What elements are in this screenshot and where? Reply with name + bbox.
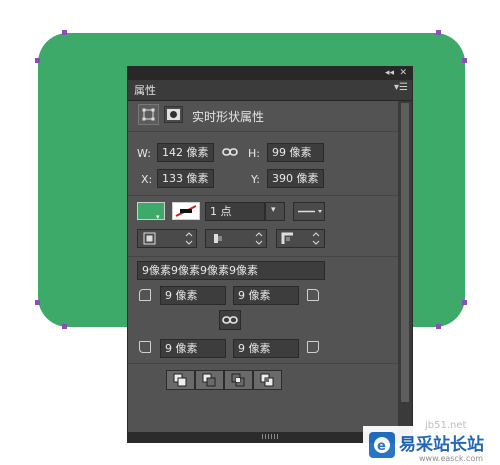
tab-properties[interactable]: 属性 bbox=[134, 82, 156, 98]
anchor-point-top-right[interactable] bbox=[436, 30, 441, 35]
mask-icon bbox=[167, 109, 180, 120]
panel-scrollbar[interactable] bbox=[398, 101, 412, 432]
width-label: W: bbox=[137, 147, 151, 160]
resize-grip-icon[interactable] bbox=[262, 434, 280, 439]
svg-text:e: e bbox=[377, 439, 386, 454]
transform-icon bbox=[142, 108, 155, 121]
watermark-logo-icon: e bbox=[369, 432, 395, 458]
combine-shapes-icon bbox=[173, 373, 187, 387]
height-label: H: bbox=[248, 147, 260, 160]
fill-color-swatch[interactable] bbox=[137, 202, 165, 220]
anchor-point-bottom-right[interactable] bbox=[436, 324, 441, 329]
subtract-shape-icon bbox=[202, 373, 216, 387]
watermark-brand: 易采站长站 bbox=[399, 435, 484, 455]
y-label: Y: bbox=[251, 173, 260, 186]
x-label: X: bbox=[141, 173, 153, 186]
corner-bottom-left-icon bbox=[139, 341, 151, 353]
corner-bottom-right-field[interactable]: 9 像素 bbox=[233, 339, 299, 358]
panel-content: 实时形状属性 W: 142 像素 H: 99 像素 X: 133 像素 Y: 3… bbox=[128, 101, 400, 432]
anchor-point-right-bottom[interactable] bbox=[462, 300, 467, 305]
intersect-shapes-button[interactable] bbox=[224, 370, 253, 390]
panel-titlebar: ◂◂ ✕ bbox=[128, 67, 412, 80]
properties-panel: ◂◂ ✕ 属性 ▾☰ 实时形状属性 W: 142 像素 H: 99 像素 X: … bbox=[127, 66, 413, 443]
shape-properties-button[interactable] bbox=[138, 104, 159, 125]
exclude-overlapping-button[interactable] bbox=[253, 370, 282, 390]
anchor-point-left-bottom[interactable] bbox=[35, 300, 40, 305]
line-join-icon bbox=[281, 232, 320, 245]
panel-tabbar: 属性 ▾☰ bbox=[128, 80, 412, 101]
close-icon[interactable]: ✕ bbox=[399, 67, 407, 80]
anchor-point-right-top[interactable] bbox=[462, 58, 467, 63]
link-dimensions-icon[interactable] bbox=[222, 145, 238, 159]
line-cap-icon bbox=[214, 232, 263, 245]
corner-top-right-field[interactable]: 9 像素 bbox=[233, 286, 299, 305]
exclude-overlap-icon bbox=[260, 373, 274, 387]
width-field[interactable]: 142 像素 bbox=[157, 143, 214, 162]
panel-menu-icon[interactable]: ▾☰ bbox=[394, 82, 408, 93]
height-field[interactable]: 99 像素 bbox=[267, 143, 324, 162]
watermark-url-footer: www.easck.com bbox=[419, 454, 484, 463]
stroke-width-select[interactable]: 1 点 bbox=[205, 202, 265, 221]
stroke-align-dropdown[interactable] bbox=[137, 229, 197, 248]
stroke-line-icon bbox=[298, 210, 322, 213]
fill-dropdown-arrow[interactable]: ▾ bbox=[156, 213, 160, 221]
corner-radius-combined-field[interactable]: 9像素9像素9像素9像素 bbox=[137, 261, 325, 280]
link-corners-icon bbox=[222, 316, 238, 324]
subtract-front-shape-button[interactable] bbox=[195, 370, 224, 390]
corner-top-left-field[interactable]: 9 像素 bbox=[160, 286, 226, 305]
align-stroke-icon bbox=[143, 232, 193, 245]
corner-top-right-icon bbox=[307, 289, 319, 301]
stroke-width-dropdown[interactable]: ▾ bbox=[265, 202, 285, 221]
combine-shapes-button[interactable] bbox=[166, 370, 195, 390]
stroke-cap-dropdown[interactable] bbox=[205, 229, 267, 248]
link-corners-button[interactable] bbox=[219, 310, 241, 330]
watermark: jb51.net e 易采站长站 www.easck.com bbox=[363, 420, 500, 465]
stroke-color-swatch[interactable] bbox=[172, 202, 200, 220]
stroke-type-dropdown[interactable] bbox=[293, 202, 325, 221]
mask-properties-button[interactable] bbox=[164, 106, 183, 123]
corner-top-left-icon bbox=[139, 289, 151, 301]
stroke-join-dropdown[interactable] bbox=[276, 229, 325, 248]
collapse-icon[interactable]: ◂◂ bbox=[385, 67, 394, 80]
anchor-point-bottom-left[interactable] bbox=[62, 324, 67, 329]
intersect-shapes-icon bbox=[231, 373, 245, 387]
x-position-field[interactable]: 133 像素 bbox=[157, 169, 214, 188]
y-position-field[interactable]: 390 像素 bbox=[267, 169, 324, 188]
corner-bottom-right-icon bbox=[307, 341, 319, 353]
scrollbar-thumb[interactable] bbox=[401, 103, 409, 402]
no-stroke-icon bbox=[175, 205, 197, 217]
corner-bottom-left-field[interactable]: 9 像素 bbox=[160, 339, 226, 358]
anchor-point-top-left[interactable] bbox=[62, 30, 67, 35]
panel-header-title: 实时形状属性 bbox=[192, 110, 265, 124]
anchor-point-left-top[interactable] bbox=[35, 58, 40, 63]
